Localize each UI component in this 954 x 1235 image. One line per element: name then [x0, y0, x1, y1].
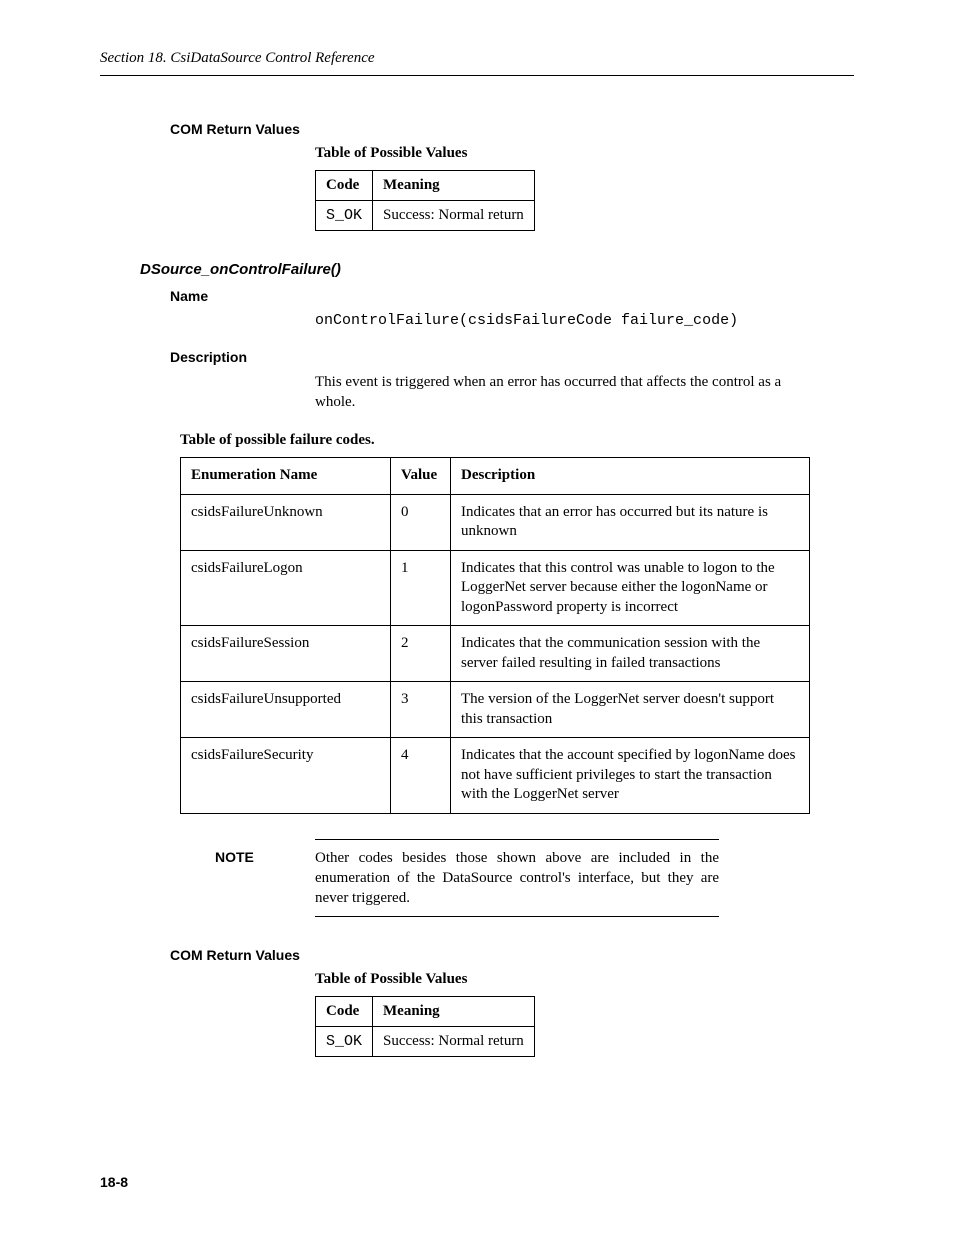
- enum-cell: csidsFailureUnknown: [181, 494, 391, 550]
- table-row: csidsFailureSession 2 Indicates that the…: [181, 626, 810, 682]
- desc-cell: The version of the LoggerNet server does…: [451, 682, 810, 738]
- code-cell: S_OK: [316, 201, 373, 231]
- value-cell: 2: [391, 626, 451, 682]
- failure-table-caption: Table of possible failure codes.: [180, 432, 854, 449]
- value-cell: 3: [391, 682, 451, 738]
- return-values-table-1: Code Meaning S_OK Success: Normal return: [315, 170, 535, 231]
- table-row: csidsFailureSecurity 4 Indicates that th…: [181, 738, 810, 814]
- table-caption-1: Table of Possible Values: [315, 145, 854, 162]
- meaning-cell: Success: Normal return: [373, 1027, 535, 1057]
- table-row: csidsFailureUnknown 0 Indicates that an …: [181, 494, 810, 550]
- enum-cell: csidsFailureSecurity: [181, 738, 391, 814]
- note-block: NOTE Other codes besides those shown abo…: [315, 839, 719, 918]
- table-header-value: Value: [391, 458, 451, 495]
- table-row: S_OK Success: Normal return: [316, 201, 535, 231]
- value-cell: 4: [391, 738, 451, 814]
- code-cell: S_OK: [316, 1027, 373, 1057]
- desc-cell: Indicates that an error has occurred but…: [451, 494, 810, 550]
- desc-cell: Indicates that the account specified by …: [451, 738, 810, 814]
- table-header-meaning: Meaning: [373, 997, 535, 1027]
- table-header-code: Code: [316, 997, 373, 1027]
- page-header: Section 18. CsiDataSource Control Refere…: [100, 50, 854, 76]
- com-return-values-heading-2: COM Return Values: [170, 947, 854, 963]
- return-values-table-2: Code Meaning S_OK Success: Normal return: [315, 996, 535, 1057]
- description-heading: Description: [170, 349, 854, 365]
- table-header-meaning: Meaning: [373, 171, 535, 201]
- value-cell: 1: [391, 550, 451, 626]
- table-header-enum: Enumeration Name: [181, 458, 391, 495]
- desc-cell: Indicates that the communication session…: [451, 626, 810, 682]
- name-heading: Name: [170, 288, 854, 304]
- event-signature: onControlFailure(csidsFailureCode failur…: [315, 312, 854, 329]
- desc-cell: Indicates that this control was unable t…: [451, 550, 810, 626]
- table-header-code: Code: [316, 171, 373, 201]
- meaning-cell: Success: Normal return: [373, 201, 535, 231]
- table-header-desc: Description: [451, 458, 810, 495]
- table-caption-2: Table of Possible Values: [315, 971, 854, 988]
- com-return-values-heading-1: COM Return Values: [170, 121, 854, 137]
- table-row: csidsFailureLogon 1 Indicates that this …: [181, 550, 810, 626]
- value-cell: 0: [391, 494, 451, 550]
- failure-codes-table: Enumeration Name Value Description csids…: [180, 457, 810, 814]
- enum-cell: csidsFailureLogon: [181, 550, 391, 626]
- event-title: DSource_onControlFailure(): [140, 261, 854, 278]
- table-row: csidsFailureUnsupported 3 The version of…: [181, 682, 810, 738]
- enum-cell: csidsFailureSession: [181, 626, 391, 682]
- note-label: NOTE: [215, 849, 254, 865]
- table-row: S_OK Success: Normal return: [316, 1027, 535, 1057]
- description-text: This event is triggered when an error ha…: [315, 373, 804, 412]
- page-number: 18-8: [100, 1174, 128, 1190]
- enum-cell: csidsFailureUnsupported: [181, 682, 391, 738]
- note-text: Other codes besides those shown above ar…: [315, 839, 719, 918]
